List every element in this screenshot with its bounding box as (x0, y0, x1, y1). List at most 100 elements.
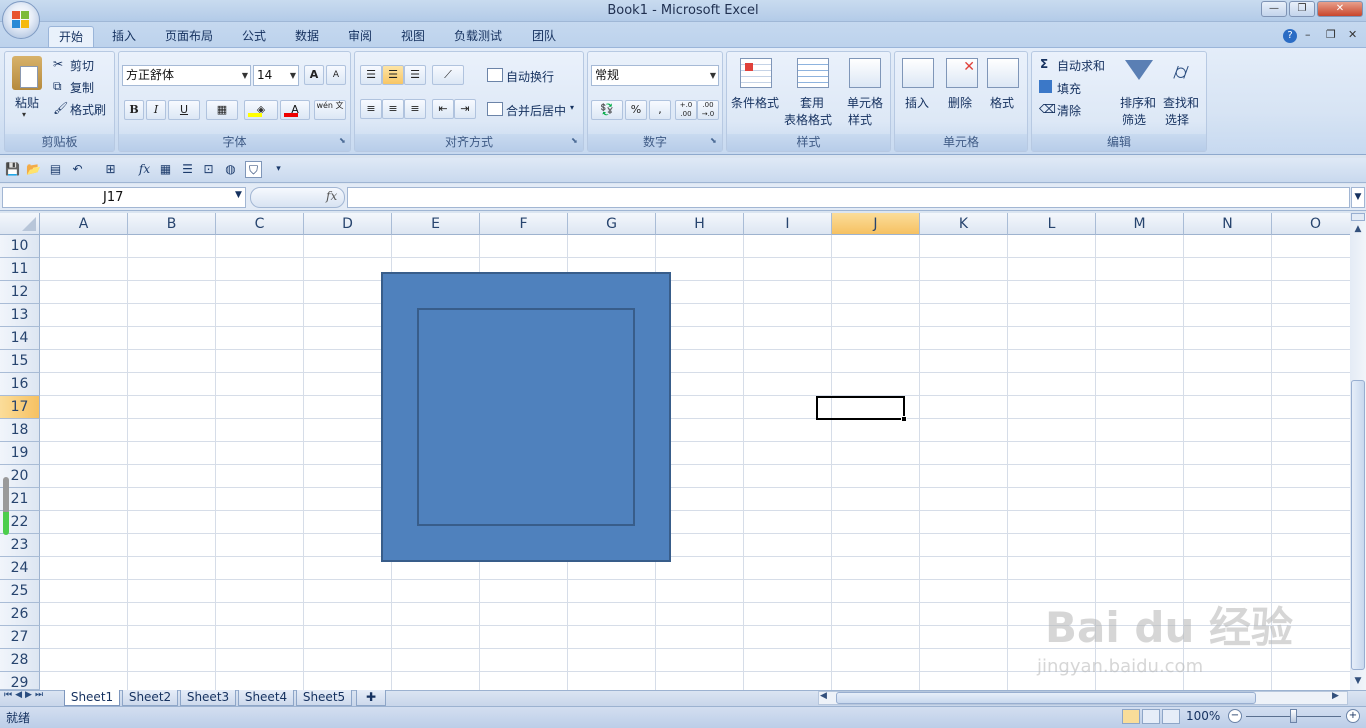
normal-view-icon[interactable] (1122, 709, 1140, 724)
row-header-16[interactable]: 16 (0, 373, 40, 396)
column-header-b[interactable]: B (128, 213, 216, 235)
tab-home[interactable]: 开始 (48, 26, 94, 47)
minimize-button[interactable]: — (1261, 1, 1287, 17)
name-box[interactable]: J17 (2, 187, 246, 208)
font-size-select[interactable]: 14 ▼ (253, 65, 299, 86)
page-layout-view-icon[interactable] (1142, 709, 1160, 724)
copy-button[interactable]: 复制 (70, 79, 94, 96)
decrease-decimal-button[interactable]: .00 →.0 (697, 100, 719, 120)
scroll-left-icon[interactable]: ◀ (820, 691, 827, 701)
format-as-table-line1[interactable]: 套用 (800, 94, 824, 111)
row-header-18[interactable]: 18 (0, 419, 40, 442)
format-as-table-button[interactable]: 表格格式 (784, 111, 832, 128)
cell-styles-button[interactable]: 样式 (848, 111, 872, 128)
sort-filter-line1[interactable]: 排序和 (1120, 94, 1156, 111)
page-break-view-icon[interactable] (1162, 709, 1180, 724)
column-header-e[interactable]: E (392, 213, 480, 235)
tab-formulas[interactable]: 公式 (232, 26, 276, 47)
cut-button[interactable]: 剪切 (70, 57, 94, 74)
tab-load-test[interactable]: 负载测试 (444, 26, 512, 47)
tab-view[interactable]: 视图 (391, 26, 435, 47)
row-header-14[interactable]: 14 (0, 327, 40, 350)
scroll-up-icon[interactable]: ▲ (1351, 222, 1365, 236)
expand-formula-icon[interactable]: ▼ (1351, 187, 1365, 208)
decrease-indent-icon[interactable]: ⇤ (432, 99, 454, 119)
align-middle-icon[interactable]: ☰ (382, 65, 404, 85)
underline-button[interactable]: U (168, 100, 200, 120)
name-box-dropdown-icon[interactable]: ▼ (235, 190, 242, 200)
column-header-g[interactable]: G (568, 213, 656, 235)
conditional-format-button[interactable]: 条件格式 (731, 94, 779, 111)
number-format-select[interactable]: 常规 ▼ (591, 65, 719, 86)
phonetic-button[interactable]: wén 文 (314, 100, 346, 120)
insert-function-button[interactable]: fx (326, 189, 337, 203)
split-box[interactable] (1351, 213, 1365, 221)
select-all-button[interactable] (0, 213, 40, 235)
tab-page-layout[interactable]: 页面布局 (156, 26, 222, 47)
row-header-27[interactable]: 27 (0, 626, 40, 649)
font-name-select[interactable]: 方正舒体 ▼ (122, 65, 251, 86)
form-icon[interactable]: ⊡ (200, 161, 217, 178)
delete-cells-button[interactable]: 删除 (948, 94, 972, 111)
paste-dropdown-icon[interactable]: ▾ (22, 110, 26, 119)
undo-icon[interactable]: ↶ (69, 161, 86, 178)
cell-styles-line1[interactable]: 单元格 (847, 94, 883, 111)
autosum-button[interactable]: 自动求和 (1057, 57, 1105, 74)
border-draw-icon[interactable]: ⊞ (102, 161, 119, 178)
column-header-f[interactable]: F (480, 213, 568, 235)
bold-button[interactable]: B (124, 100, 144, 120)
row-header-29[interactable]: 29 (0, 672, 40, 691)
customize-toolbar-icon[interactable]: ▾ (270, 161, 287, 178)
paste-button[interactable]: 粘贴 (15, 94, 39, 111)
column-header-m[interactable]: M (1096, 213, 1184, 235)
increase-indent-icon[interactable]: ⇥ (454, 99, 476, 119)
column-header-o[interactable]: O (1272, 213, 1360, 235)
open-icon[interactable]: 📂 (25, 161, 42, 178)
increase-decimal-button[interactable]: +.0 .00 (675, 100, 697, 120)
column-header-d[interactable]: D (304, 213, 392, 235)
shrink-font-button[interactable]: A (326, 65, 346, 85)
tab-review[interactable]: 审阅 (338, 26, 382, 47)
row-header-10[interactable]: 10 (0, 235, 40, 258)
row-header-15[interactable]: 15 (0, 350, 40, 373)
column-header-k[interactable]: K (920, 213, 1008, 235)
merge-center-button[interactable]: 合并后居中 (506, 102, 566, 119)
sheet-tab-2[interactable]: Sheet2 (122, 690, 178, 706)
zoom-in-icon[interactable]: + (1346, 709, 1360, 723)
print-preview-icon[interactable]: ▤ (47, 161, 64, 178)
border-icon[interactable]: ▦ (206, 100, 238, 120)
percent-button[interactable]: % (625, 100, 647, 120)
row-header-19[interactable]: 19 (0, 442, 40, 465)
column-header-n[interactable]: N (1184, 213, 1272, 235)
merge-dropdown-icon[interactable]: ▾ (570, 103, 574, 112)
grow-font-button[interactable]: A (304, 65, 324, 85)
paste-icon[interactable] (12, 56, 42, 90)
align-center-icon[interactable]: ≡ (382, 99, 404, 119)
column-header-a[interactable]: A (40, 213, 128, 235)
format-cells-button[interactable]: 格式 (990, 94, 1014, 111)
find-select-button[interactable]: 选择 (1165, 111, 1189, 128)
zoom-slider-thumb[interactable] (1290, 709, 1297, 723)
office-button[interactable] (2, 1, 40, 39)
row-header-23[interactable]: 23 (0, 534, 40, 557)
row-header-25[interactable]: 25 (0, 580, 40, 603)
function-icon[interactable]: fx (136, 161, 153, 178)
wrap-text-button[interactable]: 自动换行 (506, 68, 554, 85)
insert-sheet-icon[interactable]: ✚ (356, 690, 386, 706)
save-icon[interactable]: 💾 (4, 161, 21, 178)
column-header-c[interactable]: C (216, 213, 304, 235)
scroll-right-icon[interactable]: ▶ (1332, 691, 1339, 701)
sheet-nav-icons[interactable]: ⏮◀▶⏭ (4, 690, 46, 700)
row-header-11[interactable]: 11 (0, 258, 40, 281)
fill-color-icon[interactable]: ◈ (244, 100, 278, 120)
row-header-17[interactable]: 17 (0, 396, 40, 419)
column-header-j[interactable]: J (832, 213, 920, 235)
formula-input[interactable] (347, 187, 1350, 208)
zoom-out-icon[interactable]: − (1228, 709, 1242, 723)
horizontal-scroll-thumb[interactable] (836, 692, 1256, 704)
ribbon-close-icon[interactable]: ✕ (1348, 28, 1357, 41)
row-header-13[interactable]: 13 (0, 304, 40, 327)
filter-icon[interactable]: ⛉ (245, 161, 262, 178)
clear-button[interactable]: 清除 (1057, 102, 1081, 119)
align-top-icon[interactable]: ☰ (360, 65, 382, 85)
